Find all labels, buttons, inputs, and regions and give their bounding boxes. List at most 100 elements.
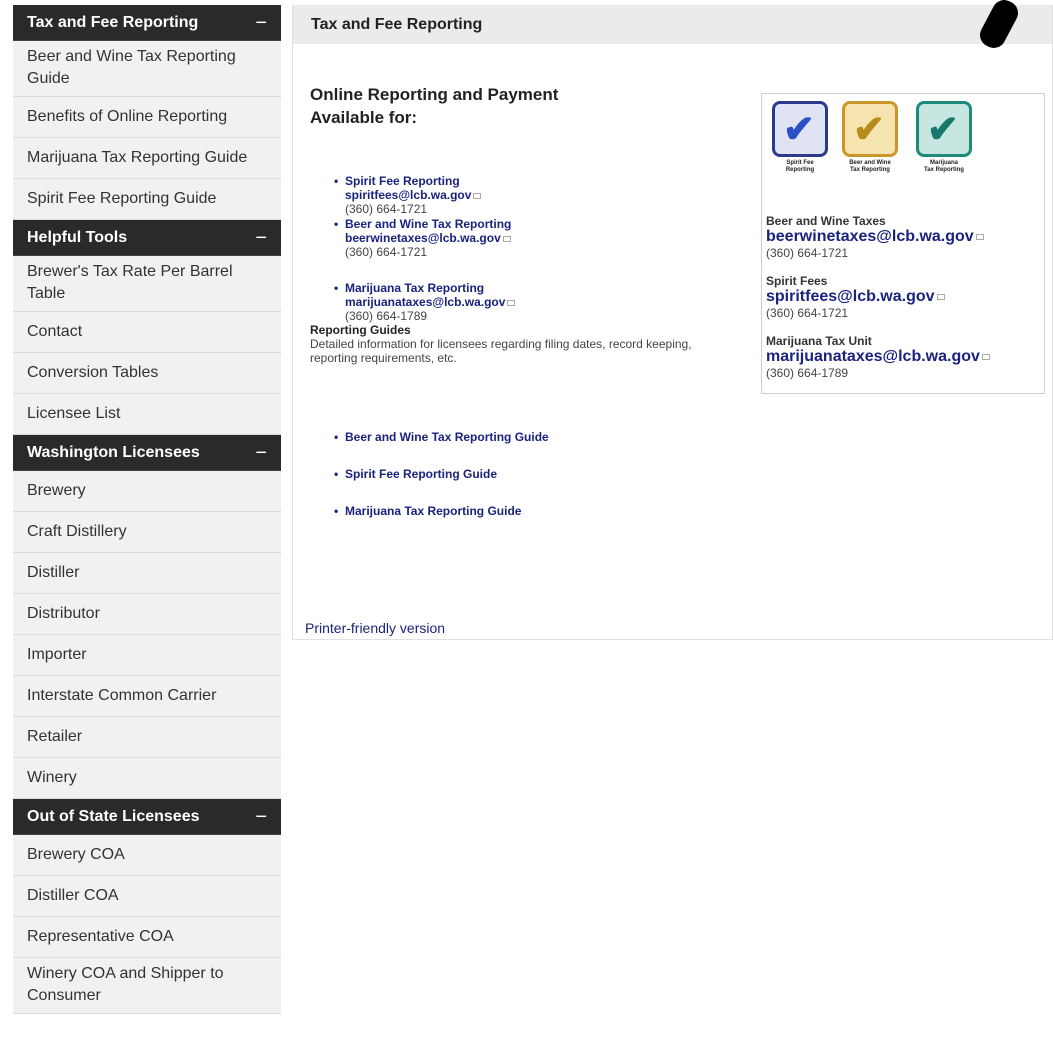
sidebar-item-brewery[interactable]: Brewery [13,471,281,512]
phone-number: (360) 664-1789 [766,366,849,380]
sidebar-item-marijuana-guide[interactable]: Marijuana Tax Reporting Guide [13,138,281,179]
list-item: • Spirit Fee Reporting spiritfees@lcb.wa… [293,174,733,216]
sidebar-item-interstate-carrier[interactable]: Interstate Common Carrier [13,676,281,717]
badge-tile: ✔ [916,101,972,157]
email-link[interactable]: beerwinetaxes@lcb.wa.gov [766,228,974,245]
sidebar-item-benefits-online[interactable]: Benefits of Online Reporting [13,97,281,138]
sidebar-header-label: Helpful Tools [27,229,128,246]
contact-entry: Spirit Fees spiritfees@lcb.wa.gov (360) … [766,274,1036,320]
badge-tile: ✔ [842,101,898,157]
spirit-fee-badge[interactable]: ✔ Spirit Fee Reporting [770,101,830,174]
sidebar-item-spirit-guide[interactable]: Spirit Fee Reporting Guide [13,179,281,220]
email-link[interactable]: beerwinetaxes@lcb.wa.gov [345,231,501,245]
badge-caption: Marijuana Tax Reporting [914,160,974,174]
marijuana-guide-link[interactable]: Marijuana Tax Reporting Guide [345,504,521,518]
online-reporting-heading: Online Reporting and Payment Available f… [310,83,630,129]
sidebar-item-brewery-coa[interactable]: Brewery COA [13,835,281,876]
collapse-icon[interactable]: − [255,435,267,471]
contact-list: Beer and Wine Taxes beerwinetaxes@lcb.wa… [766,214,1036,380]
mail-icon [936,293,945,300]
mail-icon [473,192,482,199]
sidebar-header-helpful-tools[interactable]: Helpful Tools − [13,220,281,256]
checkmark-icon: ✔ [783,109,815,151]
checkmark-icon: ✔ [853,109,885,151]
sidebar-item-licensee-list[interactable]: Licensee List [13,394,281,435]
email-link[interactable]: spiritfees@lcb.wa.gov [345,188,471,202]
contact-box: ✔ Spirit Fee Reporting ✔ Beer and Wine T… [761,93,1045,394]
bullet-icon: • [334,174,339,188]
sidebar-item-representative-coa[interactable]: Representative COA [13,917,281,958]
badge-caption-line: Tax Reporting [924,167,964,173]
list-item: • Beer and Wine Tax Reporting Guide [293,430,733,444]
badge-caption-line: Beer and Wine [849,160,891,166]
sidebar: Tax and Fee Reporting − Beer and Wine Ta… [13,5,281,1014]
email-link[interactable]: marijuanataxes@lcb.wa.gov [345,295,505,309]
sidebar-item-importer[interactable]: Importer [13,635,281,676]
sidebar-header-washington-licensees[interactable]: Washington Licensees − [13,435,281,471]
bullet-icon: • [334,504,339,518]
sidebar-item-retailer[interactable]: Retailer [13,717,281,758]
page-title: Tax and Fee Reporting [293,5,1052,44]
sidebar-item-craft-distillery[interactable]: Craft Distillery [13,512,281,553]
contact-entry: Marijuana Tax Unit marijuanataxes@lcb.wa… [766,334,1036,380]
beer-wine-guide-link[interactable]: Beer and Wine Tax Reporting Guide [345,430,549,444]
beer-wine-tax-reporting-link[interactable]: Beer and Wine Tax Reporting [345,217,511,231]
list-item: • Beer and Wine Tax Reporting beerwineta… [293,217,733,259]
contact-title: Spirit Fees [766,274,828,288]
badge-caption: Spirit Fee Reporting [770,160,830,174]
collapse-icon[interactable]: − [255,799,267,835]
heading-line: Online Reporting and Payment [310,85,559,104]
badge-caption-line: Marijuana [929,160,958,166]
sidebar-item-beer-wine-guide[interactable]: Beer and Wine Tax Reporting Guide [13,41,281,97]
phone-number: (360) 664-1789 [345,309,428,323]
heading-line: Available for: [310,108,418,127]
sidebar-item-contact[interactable]: Contact [13,312,281,353]
marijuana-badge[interactable]: ✔ Marijuana Tax Reporting [914,101,974,174]
checkmark-icon: ✔ [927,109,959,151]
reporting-guides-title: Reporting Guides [310,323,411,337]
bullet-icon: • [334,430,339,444]
spirit-fee-guide-link[interactable]: Spirit Fee Reporting Guide [345,467,497,481]
bullet-icon: • [334,217,339,231]
badge-caption-line: Spirit Fee [786,160,814,166]
collapse-icon[interactable]: − [255,5,267,41]
phone-number: (360) 664-1721 [766,306,849,320]
marijuana-tax-reporting-link[interactable]: Marijuana Tax Reporting [345,281,484,295]
badge-tile: ✔ [772,101,828,157]
sidebar-item-brewers-tax-rate[interactable]: Brewer's Tax Rate Per Barrel Table [13,256,281,312]
sidebar-header-out-of-state-licensees[interactable]: Out of State Licensees − [13,799,281,835]
badge-caption-line: Reporting [785,167,815,173]
beer-wine-badge[interactable]: ✔ Beer and Wine Tax Reporting [840,101,900,174]
guide-links: • Beer and Wine Tax Reporting Guide • Sp… [293,430,733,518]
reporting-guides-description: Detailed information for licensees regar… [310,337,692,365]
online-reporting-list: • Spirit Fee Reporting spiritfees@lcb.wa… [293,174,733,365]
sidebar-item-distiller[interactable]: Distiller [13,553,281,594]
phone-number: (360) 664-1721 [345,202,428,216]
printer-friendly-link[interactable]: Printer-friendly version [305,620,445,636]
sidebar-item-winery[interactable]: Winery [13,758,281,799]
spirit-fee-reporting-link[interactable]: Spirit Fee Reporting [345,174,460,188]
sidebar-header-label: Tax and Fee Reporting [27,14,199,31]
email-link[interactable]: marijuanataxes@lcb.wa.gov [766,348,980,365]
badge-caption: Beer and Wine Tax Reporting [840,160,900,174]
list-item: • Marijuana Tax Reporting marijuanataxes… [293,281,733,323]
list-item: • Marijuana Tax Reporting Guide [293,504,733,518]
sidebar-item-distributor[interactable]: Distributor [13,594,281,635]
mail-icon [975,233,984,240]
bullet-icon: • [334,467,339,481]
mail-icon [507,299,516,306]
sidebar-item-distiller-coa[interactable]: Distiller COA [13,876,281,917]
sidebar-header-tax-and-fee-reporting[interactable]: Tax and Fee Reporting − [13,5,281,41]
sidebar-header-label: Out of State Licensees [27,808,200,825]
contact-title: Beer and Wine Taxes [766,214,886,228]
mail-icon [981,353,990,360]
collapse-icon[interactable]: − [255,220,267,256]
sidebar-item-conversion-tables[interactable]: Conversion Tables [13,353,281,394]
email-link[interactable]: spiritfees@lcb.wa.gov [766,288,935,305]
sidebar-item-winery-coa-shipper[interactable]: Winery COA and Shipper to Consumer [13,958,281,1014]
mail-icon [502,235,511,242]
badge-caption-line: Tax Reporting [850,167,890,173]
phone-number: (360) 664-1721 [766,246,849,260]
list-item: • Spirit Fee Reporting Guide [293,467,733,481]
bullet-icon: • [334,281,339,295]
